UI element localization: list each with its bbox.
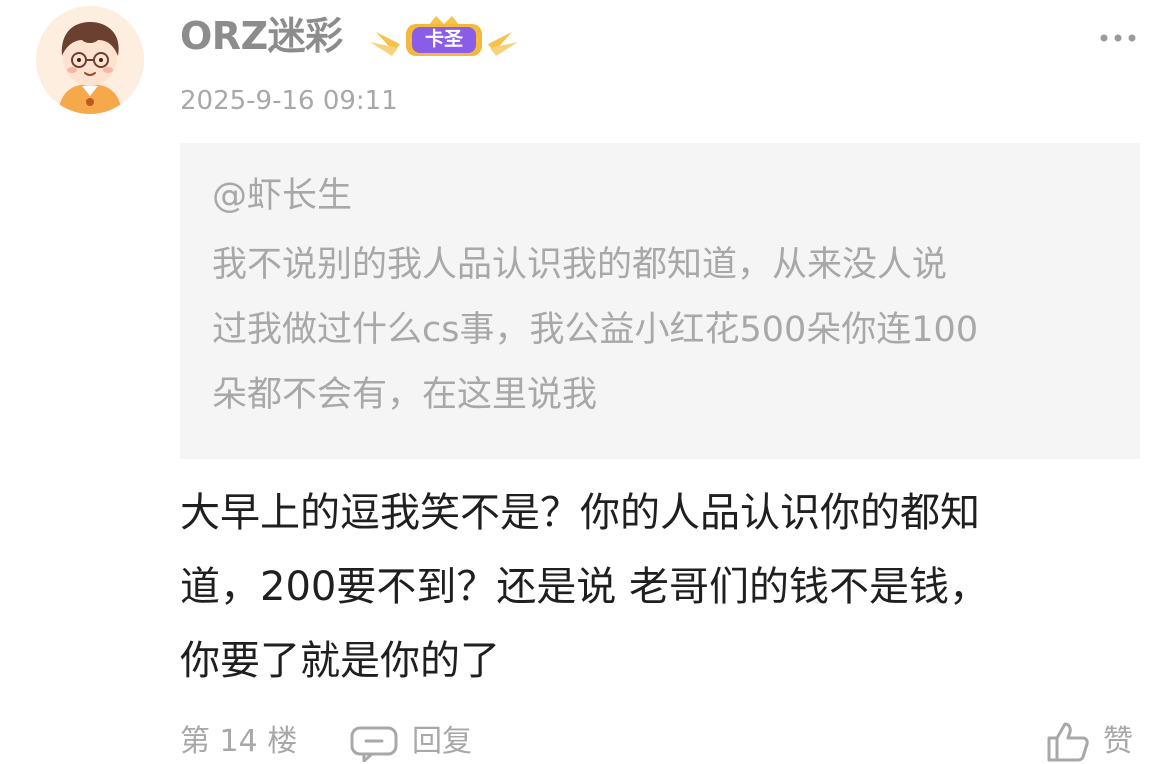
like-button[interactable]: 赞 xyxy=(1045,720,1145,764)
quoted-text: 我不说别的我人品认识我的都知道，从来没人说 过我做过什么cs事，我公益小红花50… xyxy=(212,245,979,415)
quoted-author[interactable]: @虾长生 xyxy=(212,171,1108,221)
quoted-comment[interactable]: @虾长生 我不说别的我人品认识我的都知道，从来没人说 过我做过什么cs事，我公益… xyxy=(180,143,1140,459)
comment-timestamp: 2025-9-16 09:11 xyxy=(180,86,398,116)
crown-badge[interactable]: 卡圣 xyxy=(366,12,522,64)
floor-number: 第 14 楼 xyxy=(180,724,298,759)
comment-footer: 第 14 楼 回复 赞 xyxy=(180,720,1145,764)
thumbs-up-icon xyxy=(1047,722,1089,762)
comment-bubble-icon xyxy=(350,726,398,762)
reply-label: 回复 xyxy=(412,724,472,759)
username[interactable]: ORZ迷彩 xyxy=(180,12,343,60)
user-avatar[interactable] xyxy=(36,6,144,114)
badge-label: 卡圣 xyxy=(424,28,463,50)
comment-body: 大早上的逗我笑不是？你的人品认识你的都知 道，200要不到？还是说 老哥们的钱不… xyxy=(180,490,990,684)
more-dots-icon[interactable] xyxy=(1098,30,1138,44)
like-label: 赞 xyxy=(1103,724,1133,759)
avatar-image xyxy=(36,6,144,114)
